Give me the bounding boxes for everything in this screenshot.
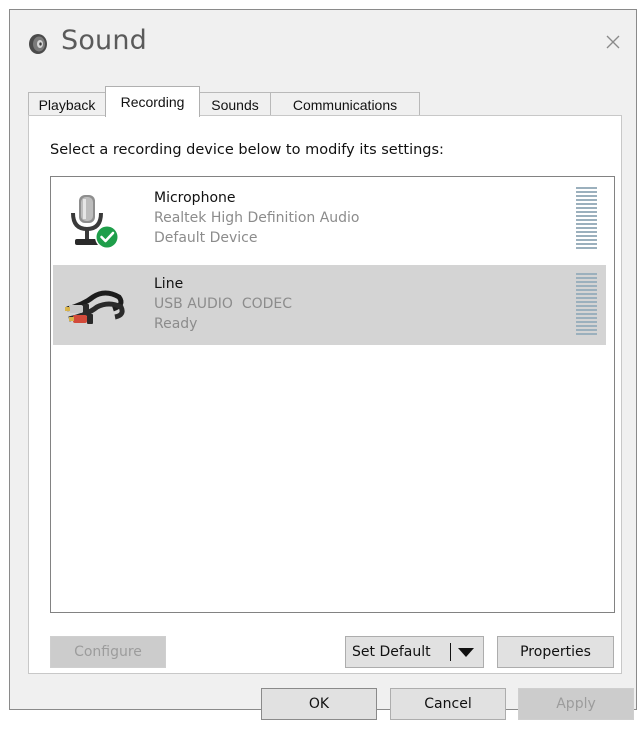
level-meter bbox=[576, 273, 597, 335]
title-bar[interactable]: Sound bbox=[10, 10, 636, 72]
tab-recording[interactable]: Recording bbox=[105, 86, 200, 117]
apply-button[interactable]: Apply bbox=[518, 688, 634, 720]
rca-cable-icon bbox=[65, 290, 125, 324]
device-status: Default Device bbox=[154, 230, 258, 246]
device-driver: USB AUDIO CODEC bbox=[154, 296, 293, 312]
chevron-down-icon[interactable] bbox=[458, 648, 474, 657]
close-button[interactable] bbox=[590, 22, 636, 62]
properties-button[interactable]: Properties bbox=[497, 636, 614, 668]
recording-panel: Select a recording device below to modif… bbox=[28, 115, 622, 674]
set-default-label: Set Default bbox=[352, 644, 431, 660]
microphone-icon bbox=[71, 195, 119, 249]
split-separator bbox=[450, 643, 451, 661]
tab-playback[interactable]: Playback bbox=[28, 92, 106, 116]
level-meter bbox=[576, 187, 597, 249]
device-driver: Realtek High Definition Audio bbox=[154, 210, 360, 226]
device-item-microphone[interactable]: Microphone Realtek High Definition Audio… bbox=[53, 179, 606, 259]
device-status: Ready bbox=[154, 316, 198, 332]
window-title: Sound bbox=[61, 25, 148, 56]
device-list[interactable]: Microphone Realtek High Definition Audio… bbox=[50, 176, 615, 613]
device-name: Microphone bbox=[154, 190, 236, 206]
cancel-button[interactable]: Cancel bbox=[390, 688, 506, 720]
close-icon bbox=[606, 35, 620, 49]
speaker-icon bbox=[29, 34, 47, 54]
tab-communications[interactable]: Communications bbox=[270, 92, 420, 116]
device-item-line[interactable]: Line USB AUDIO CODEC Ready bbox=[53, 265, 606, 345]
instruction-text: Select a recording device below to modif… bbox=[50, 142, 444, 158]
default-check-icon bbox=[95, 225, 119, 249]
set-default-button[interactable]: Set Default bbox=[345, 636, 484, 668]
sound-dialog: Sound Playback Recording Sounds Communic… bbox=[9, 9, 637, 720]
ok-button[interactable]: OK bbox=[261, 688, 377, 720]
tab-sounds[interactable]: Sounds bbox=[199, 92, 271, 116]
configure-button[interactable]: Configure bbox=[50, 636, 166, 668]
device-name: Line bbox=[154, 276, 184, 292]
